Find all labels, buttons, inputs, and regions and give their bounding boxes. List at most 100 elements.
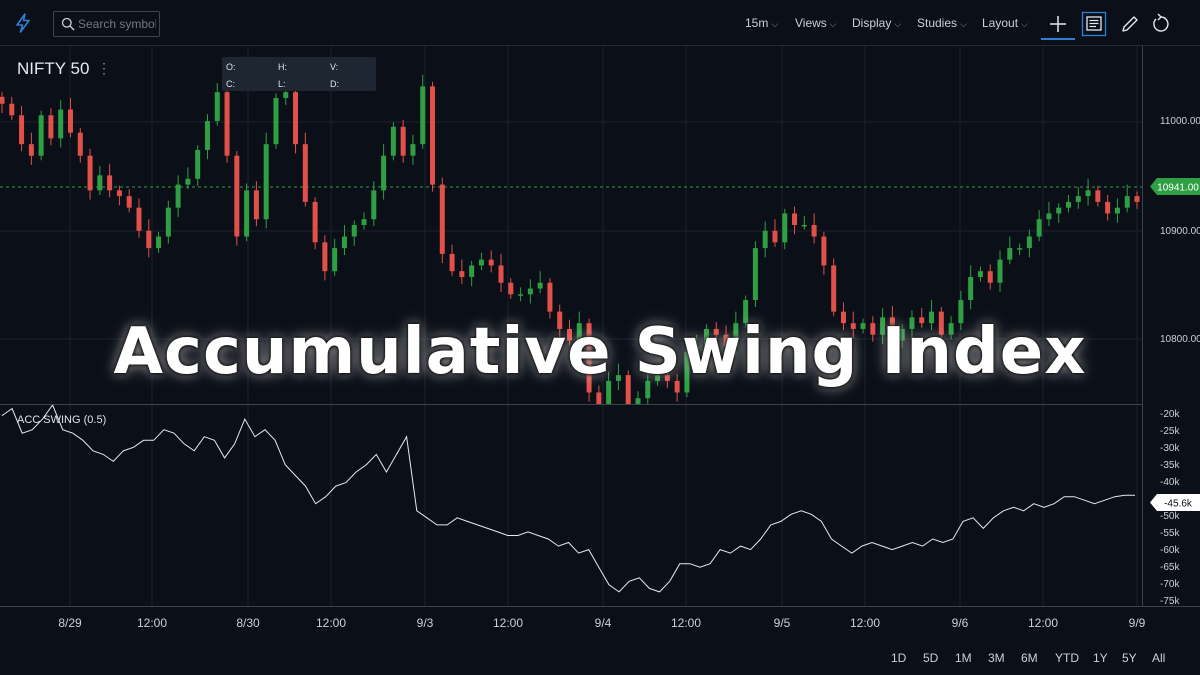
candle-body (478, 259, 484, 266)
time-axis-label: 8/29 (58, 616, 82, 630)
symbol-search-box[interactable] (53, 11, 160, 37)
osc-axis-label: -35k (1160, 460, 1180, 471)
overlay-title: Accumulative Swing Index (113, 315, 1087, 389)
chevron-down-icon: ⌵ (771, 19, 779, 29)
candle-body (58, 109, 64, 139)
candle-body (224, 92, 230, 156)
display-dropdown[interactable]: Display ⌵ (852, 16, 901, 30)
candle-body (1105, 201, 1111, 214)
candle-body (1046, 213, 1052, 220)
chevron-down-icon: ⌵ (960, 19, 967, 29)
range-selector-bar: 1D 5D 1M 3M 6M YTD 1Y 5Y All (0, 640, 1200, 675)
candle-body (214, 92, 220, 122)
news-icon[interactable] (1081, 11, 1107, 37)
ohlc-readout-panel: O: H: V: C: L: D: (222, 57, 376, 91)
candle-body (508, 282, 514, 295)
time-axis-label: 12:00 (849, 616, 881, 630)
time-axis-label: 12:00 (670, 616, 702, 630)
osc-axis-label: -70k (1160, 579, 1180, 590)
range-button-ytd[interactable]: YTD (1055, 651, 1079, 665)
candle-body (322, 242, 328, 272)
candle-body (518, 294, 524, 296)
candle-body (38, 115, 44, 156)
layout-label: Layout (982, 16, 1019, 30)
candle-body (1124, 196, 1130, 208)
acc-swing-line (1, 405, 1135, 593)
time-axis-label: 9/5 (773, 616, 791, 630)
ohlc-low: L: (278, 79, 286, 89)
candle-body (146, 230, 152, 249)
osc-axis-label: -40k (1160, 477, 1180, 488)
candle-body (48, 115, 54, 139)
candle-body (782, 213, 788, 243)
current-price-tag: 10941.00 (1150, 178, 1200, 195)
studies-label: Studies (917, 16, 958, 30)
candle-body (1075, 196, 1081, 202)
candle-body (772, 230, 778, 243)
candle-body (488, 259, 494, 266)
candle-body (361, 219, 367, 225)
candle-body (430, 86, 436, 185)
lightning-bolt-icon[interactable] (12, 12, 34, 34)
time-axis-label: 9/4 (594, 616, 612, 630)
osc-axis-label: -20k (1160, 409, 1180, 420)
range-button-1d[interactable]: 1D (891, 651, 906, 665)
range-button-1y[interactable]: 1Y (1093, 651, 1108, 665)
layout-dropdown[interactable]: Layout ⌵ (982, 16, 1028, 30)
candle-body (234, 155, 240, 237)
crosshair-plus-icon[interactable] (1045, 11, 1071, 37)
search-input[interactable] (78, 15, 156, 33)
candle-body (831, 265, 837, 312)
symbol-options-kebab-icon[interactable]: ⋮ (97, 60, 111, 77)
osc-axis-label: -25k (1160, 426, 1180, 437)
range-button-all[interactable]: All (1152, 651, 1165, 665)
candle-body (77, 132, 83, 156)
range-button-5y[interactable]: 5Y (1122, 651, 1137, 665)
candle-body (195, 149, 201, 179)
candle-body (1017, 248, 1023, 250)
current-osc-value: -45.6k (1164, 499, 1193, 510)
range-button-1m[interactable]: 1M (955, 651, 972, 665)
candle-body (811, 225, 817, 237)
range-button-3m[interactable]: 3M (988, 651, 1005, 665)
reset-refresh-icon[interactable] (1147, 11, 1173, 37)
top-toolbar: 15m⌵ Views⌵ Display⌵ Studies⌵ Layout⌵ (0, 0, 1200, 46)
interval-label: 15m (745, 16, 769, 30)
candle-body (9, 103, 15, 116)
range-button-5d[interactable]: 5D (923, 651, 938, 665)
candle-body (273, 97, 279, 145)
candle-body (136, 207, 142, 231)
candle-body (537, 282, 543, 289)
pencil-draw-icon[interactable] (1117, 11, 1143, 37)
candle-body (371, 190, 377, 220)
acc-swing-chart-area[interactable] (0, 405, 1200, 606)
price-axis-label: 10900.00 (1160, 226, 1200, 237)
time-axis[interactable]: 8/29 12:00 8/30 12:00 9/3 12:00 9/4 12:0… (0, 606, 1200, 640)
views-label: Views (795, 16, 827, 30)
candle-body (1036, 219, 1042, 237)
ohlc-change: D: (330, 79, 339, 89)
studies-dropdown[interactable]: Studies ⌵ (917, 16, 967, 30)
candle-body (977, 271, 983, 277)
candle-body (1095, 190, 1101, 202)
interval-dropdown[interactable]: 15m ⌵ (745, 16, 778, 30)
candle-body (987, 271, 993, 283)
candle-body (1114, 207, 1120, 214)
time-axis-label: 8/30 (236, 616, 260, 630)
candle-body (498, 265, 504, 283)
candle-body (390, 126, 396, 156)
osc-axis-label: -30k (1160, 443, 1180, 454)
osc-axis-label: -60k (1160, 545, 1180, 556)
candle-body (28, 144, 34, 156)
oscillator-name[interactable]: ACC SWING (0.5) (17, 414, 106, 426)
candle-body (19, 115, 25, 145)
osc-axis-label: -65k (1160, 562, 1180, 573)
candle-body (0, 96, 5, 104)
candle-body (997, 259, 1003, 283)
candle-body (97, 175, 103, 191)
symbol-name[interactable]: NIFTY 50 (17, 59, 89, 79)
views-dropdown[interactable]: Views ⌵ (795, 16, 837, 30)
candle-body (1007, 248, 1013, 260)
osc-axis-label: -50k (1160, 511, 1180, 522)
range-button-6m[interactable]: 6M (1021, 651, 1038, 665)
